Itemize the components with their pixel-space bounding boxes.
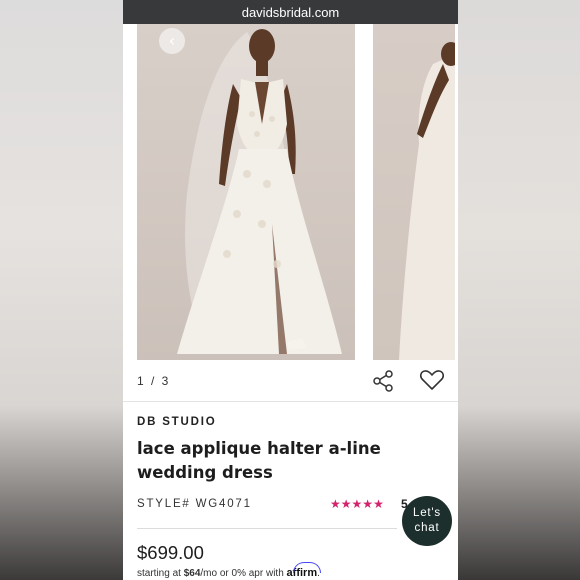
chat-button[interactable]: Let's chat (402, 496, 452, 546)
heart-icon[interactable] (419, 368, 445, 392)
chat-label-line1: Let's (413, 507, 441, 519)
product-gallery[interactable]: ‹ (123, 24, 458, 360)
share-icon[interactable] (371, 369, 395, 393)
dress-photo-illustration (177, 29, 342, 354)
phone-screen: davidsbridal.com ‹ 1 / 3 DB STUDIO lace … (123, 0, 458, 580)
star-icon: ★ (351, 497, 363, 511)
gallery-counter: 1 / 3 (137, 374, 171, 388)
background-left (0, 0, 123, 580)
url-bar[interactable]: davidsbridal.com (123, 0, 458, 24)
product-price: $699.00 (137, 542, 204, 563)
financing-suffix: /mo or 0% apr with (200, 568, 287, 579)
style-number: STYLE# WG4071 (137, 498, 252, 510)
divider (123, 401, 458, 402)
product-title: lace applique halter a-line wedding dres… (137, 439, 381, 482)
url-text: davidsbridal.com (241, 4, 340, 20)
rating-stars[interactable]: ★★★★★ (330, 497, 384, 511)
chat-label-line2: chat (414, 522, 440, 534)
financing-text[interactable]: starting at $64/mo or 0% apr with affirm… (137, 567, 320, 579)
dress-photo-next-illustration (399, 42, 455, 360)
affirm-logo: affirm (286, 567, 318, 579)
background-right (458, 0, 580, 580)
financing-amount: $64 (183, 568, 201, 579)
gallery-prev-button[interactable]: ‹ (159, 28, 185, 54)
star-icon: ★ (340, 497, 352, 511)
star-icon: ★ (362, 497, 374, 511)
product-photo-main[interactable]: ‹ (137, 24, 355, 360)
divider (137, 528, 397, 529)
financing-prefix: starting at (137, 568, 184, 579)
brand-name: DB STUDIO (137, 416, 217, 428)
star-icon: ★ (373, 497, 384, 511)
star-icon: ★ (330, 497, 341, 511)
product-photo-next[interactable] (373, 24, 455, 360)
chevron-left-icon: ‹ (168, 31, 176, 50)
